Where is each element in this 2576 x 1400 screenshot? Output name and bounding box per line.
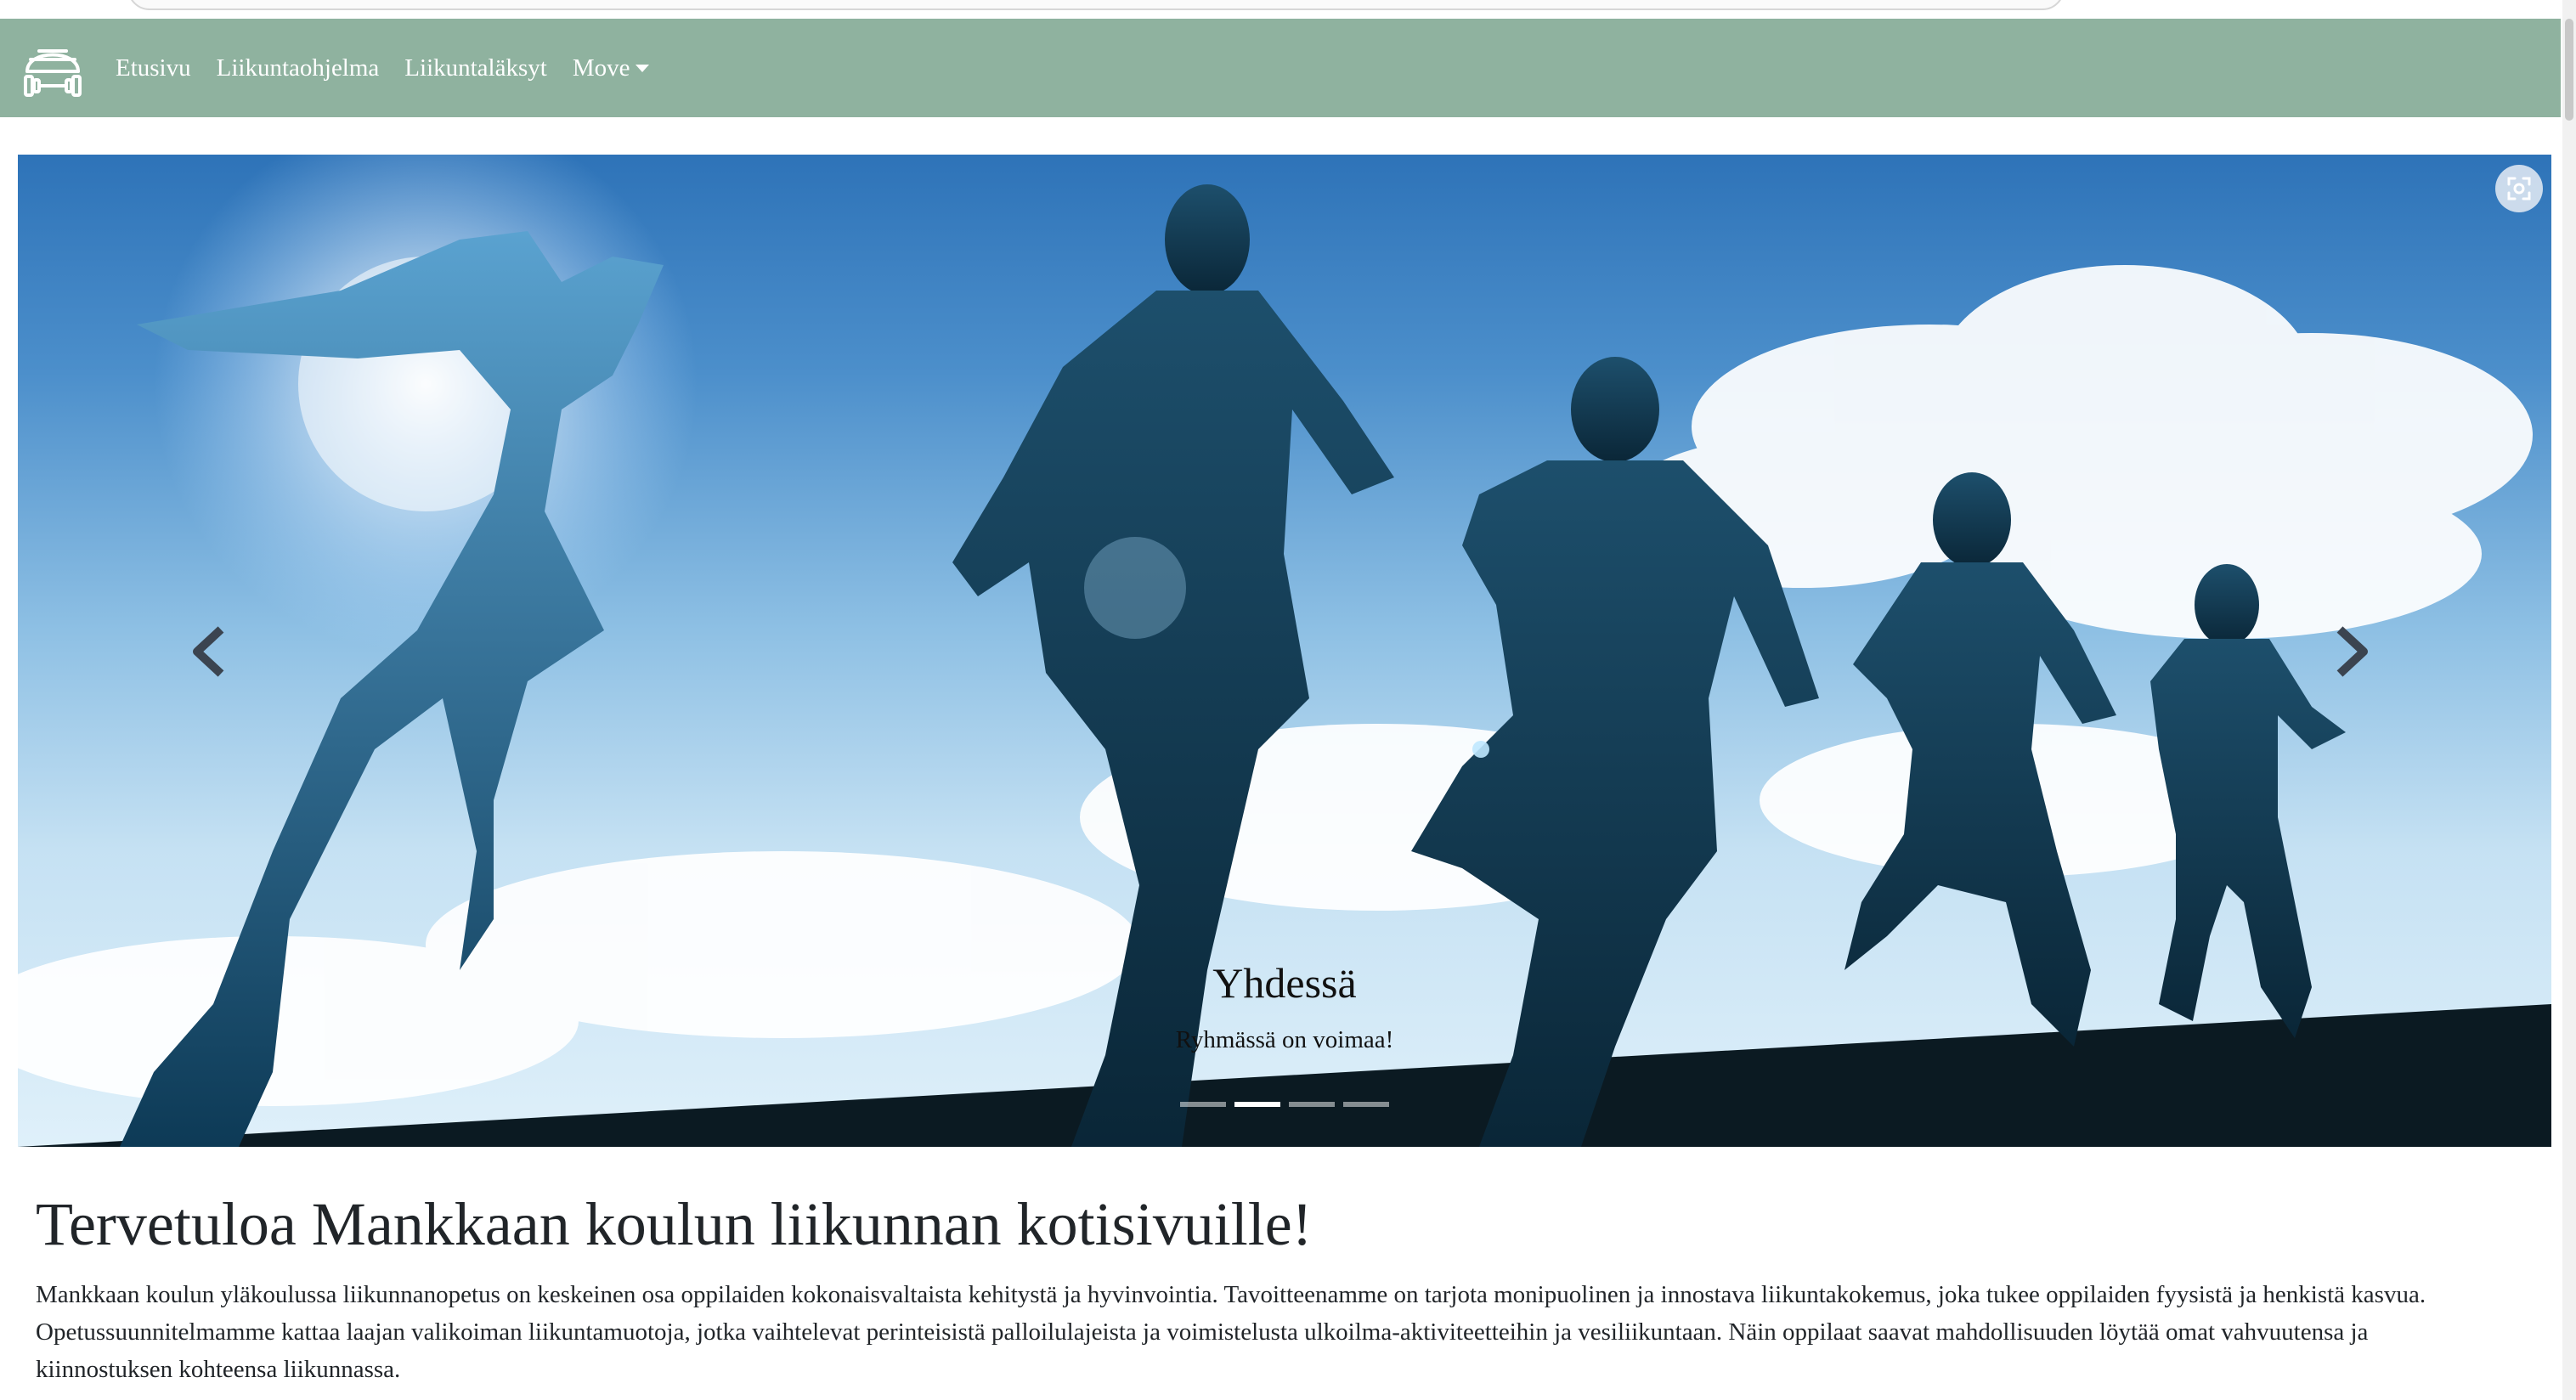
- carousel-caption-title: Yhdessä: [1212, 959, 1357, 1007]
- carousel-next-button[interactable]: [2313, 613, 2390, 690]
- helmet-dumbbell-icon: [24, 49, 82, 97]
- carousel-caption-text: Ryhmässä on voimaa!: [1175, 1026, 1394, 1053]
- visual-search-button[interactable]: [2495, 165, 2543, 212]
- chevron-right-icon: [2336, 626, 2368, 677]
- main-navbar: Etusivu Liikuntaohjelma Liikuntaläksyt M…: [0, 19, 2561, 117]
- visual-search-icon: [2507, 177, 2531, 200]
- carousel-indicator-4[interactable]: [1343, 1102, 1389, 1107]
- hero-carousel: Yhdessä Ryhmässä on voimaa!: [18, 155, 2551, 1147]
- scrollbar-thumb[interactable]: [2565, 19, 2573, 121]
- carousel-indicator-2[interactable]: [1234, 1102, 1280, 1107]
- chevron-left-icon: [193, 626, 224, 677]
- carousel-prev-button[interactable]: [171, 613, 247, 690]
- page-title: Tervetuloa Mankkaan koulun liikunnan kot…: [36, 1190, 1313, 1258]
- intro-paragraph: Mankkaan koulun yläkoulussa liikunnanope…: [36, 1281, 2426, 1383]
- nav-link-liikuntaohjelma[interactable]: Liikuntaohjelma: [217, 54, 380, 82]
- nav-dropdown-move[interactable]: Move: [573, 54, 649, 82]
- address-bar[interactable]: [127, 0, 2065, 10]
- carousel-indicator-3[interactable]: [1289, 1102, 1335, 1107]
- browser-chrome: [0, 0, 2576, 19]
- carousel-indicators: [18, 1102, 2551, 1107]
- page-scrollbar[interactable]: [2562, 0, 2576, 1400]
- nav-links: Etusivu Liikuntaohjelma Liikuntaläksyt M…: [116, 54, 649, 82]
- brand-logo[interactable]: [12, 27, 93, 109]
- nav-link-liikuntalaksyt[interactable]: Liikuntaläksyt: [404, 54, 547, 82]
- caret-down-icon: [635, 64, 649, 72]
- carousel-indicator-1[interactable]: [1180, 1102, 1226, 1107]
- nav-link-etusivu[interactable]: Etusivu: [116, 54, 191, 82]
- nav-dropdown-label: Move: [572, 54, 630, 82]
